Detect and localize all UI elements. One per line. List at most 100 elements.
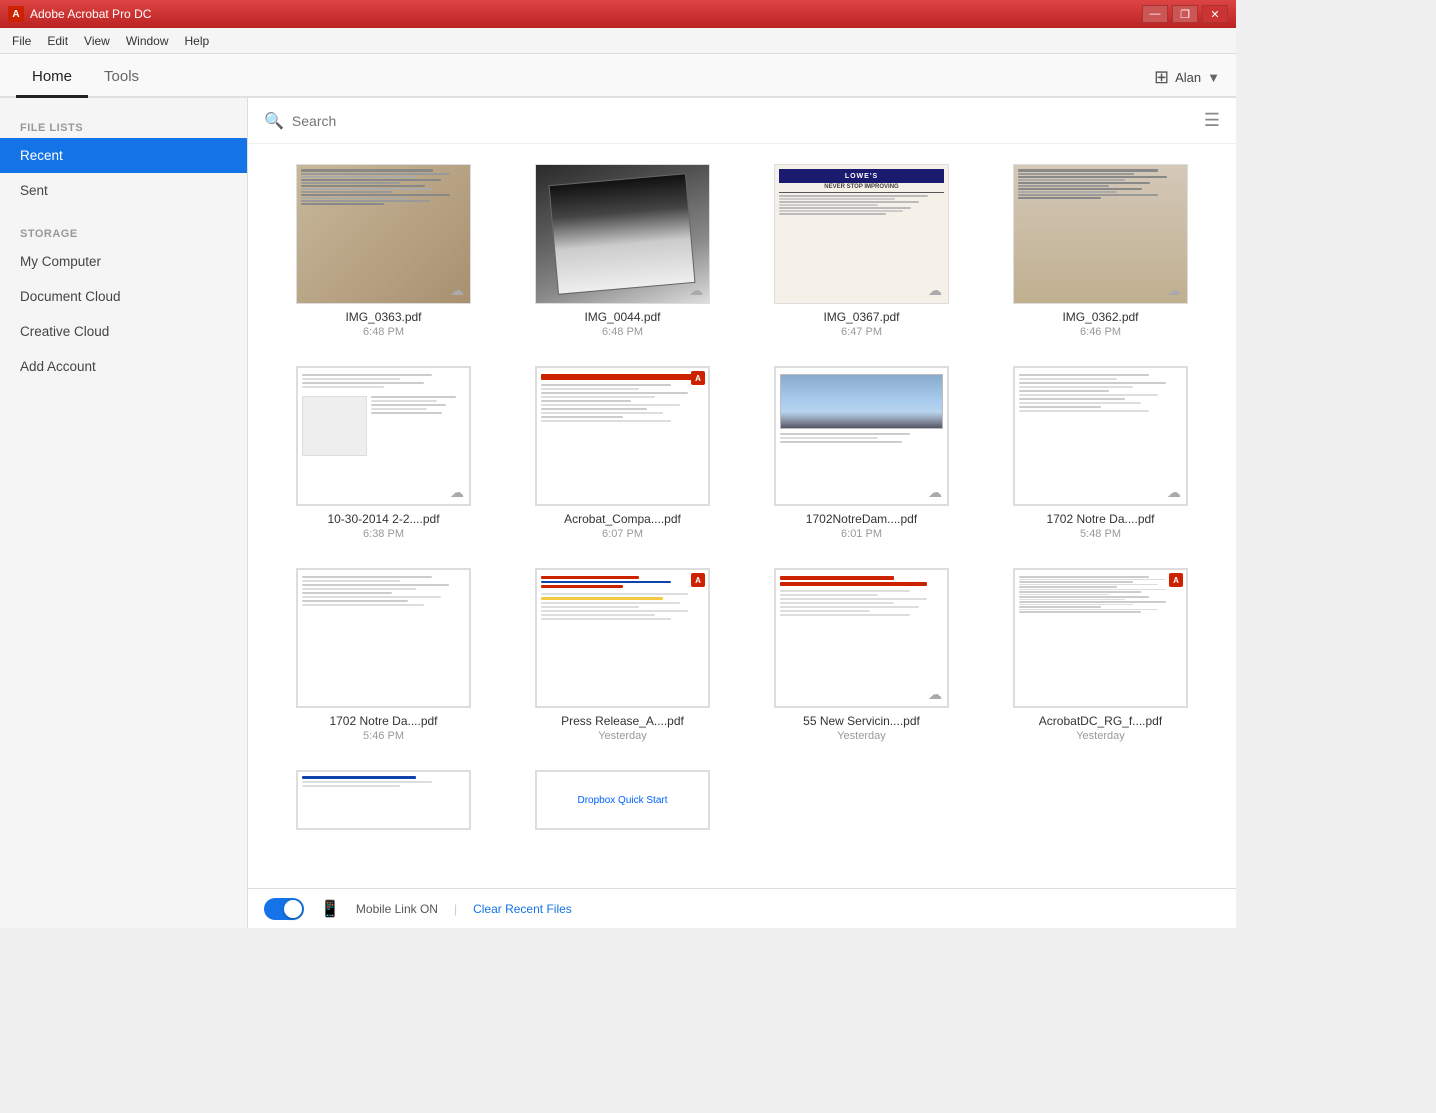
adobe-badge: A	[691, 371, 705, 385]
list-item[interactable]: A AcrobatDC_RG_f....pdf Yesterday	[989, 564, 1212, 746]
cloud-sync-icon: ☁	[928, 282, 942, 299]
separator: |	[454, 902, 457, 916]
menu-edit[interactable]: Edit	[39, 30, 76, 52]
file-thumbnail: A	[1013, 568, 1188, 708]
sidebar: FILE LISTS Recent Sent STORAGE My Comput…	[0, 98, 248, 928]
cloud-sync-icon: ☁	[450, 484, 464, 501]
list-item[interactable]: ☁ IMG_0363.pdf 6:48 PM	[272, 160, 495, 342]
list-item[interactable]: 1702 Notre Da....pdf 5:46 PM	[272, 564, 495, 746]
content-area: 🔍 ☰	[248, 98, 1236, 928]
list-item[interactable]: ☁ 55 New Servicin....pdf Yesterday	[750, 564, 973, 746]
file-name: AcrobatDC_RG_f....pdf	[1039, 714, 1162, 728]
list-item[interactable]: ☁ 10-30-2014 2-2....pdf 6:38 PM	[272, 362, 495, 544]
sidebar-item-recent[interactable]: Recent	[0, 138, 247, 173]
cloud-sync-icon: ☁	[928, 484, 942, 501]
device-icon: 📱	[320, 899, 340, 919]
tab-home[interactable]: Home	[16, 60, 88, 98]
file-name: 10-30-2014 2-2....pdf	[327, 512, 439, 526]
sidebar-item-my-computer[interactable]: My Computer	[0, 244, 247, 279]
file-time: 6:48 PM	[602, 326, 643, 338]
list-item[interactable]: A Press Release_A....pdf Yesterday	[511, 564, 734, 746]
search-input[interactable]	[292, 113, 1204, 129]
menu-help[interactable]: Help	[177, 30, 218, 52]
file-time: 6:48 PM	[363, 326, 404, 338]
file-lists-label: FILE LISTS	[0, 114, 247, 138]
search-inner: 🔍	[264, 111, 1204, 131]
app-title: Adobe Acrobat Pro DC	[30, 7, 151, 21]
file-thumbnail: ☁	[535, 164, 710, 304]
file-thumbnail: Dropbox Quick Start	[535, 770, 710, 830]
list-item[interactable]: ☁ 1702 Notre Da....pdf 5:48 PM	[989, 362, 1212, 544]
mobile-link-toggle[interactable]	[264, 898, 304, 920]
list-item[interactable]: LOWE'S NEVER STOP IMPROVING ☁ IMG_0367.p…	[750, 160, 973, 342]
adobe-badge: A	[1169, 573, 1183, 587]
file-time: 5:46 PM	[363, 730, 404, 742]
file-time: Yesterday	[598, 730, 647, 742]
file-name: 1702 Notre Da....pdf	[329, 714, 437, 728]
mobile-link-label: Mobile Link ON	[356, 902, 438, 916]
cloud-sync-icon: ☁	[450, 282, 464, 299]
list-item[interactable]: ☁ 1702NotreDam....pdf 6:01 PM	[750, 362, 973, 544]
file-time: 6:47 PM	[841, 326, 882, 338]
list-item[interactable]: ☁ IMG_0362.pdf 6:46 PM	[989, 160, 1212, 342]
cloud-sync-icon: ☁	[1167, 484, 1181, 501]
file-name: IMG_0362.pdf	[1062, 310, 1138, 324]
sign-in-icon: ⊞	[1154, 67, 1169, 88]
sidebar-item-add-account[interactable]: Add Account	[0, 349, 247, 384]
file-thumbnail: ☁	[1013, 366, 1188, 506]
file-thumbnail: ☁	[296, 164, 471, 304]
username: Alan	[1175, 70, 1201, 85]
cloud-sync-icon: ☁	[928, 686, 942, 703]
restore-button[interactable]: ❐	[1172, 5, 1198, 23]
file-time: 6:01 PM	[841, 528, 882, 540]
titlebar: A Adobe Acrobat Pro DC — ❐ ✕	[0, 0, 1236, 28]
list-item[interactable]: ☁ IMG_0044.pdf 6:48 PM	[511, 160, 734, 342]
sidebar-item-document-cloud[interactable]: Document Cloud	[0, 279, 247, 314]
searchbar: 🔍 ☰	[248, 98, 1236, 144]
file-thumbnail: LOWE'S NEVER STOP IMPROVING ☁	[774, 164, 949, 304]
file-time: 6:38 PM	[363, 528, 404, 540]
titlebar-controls: — ❐ ✕	[1142, 5, 1228, 23]
file-time: Yesterday	[1076, 730, 1125, 742]
toggle-knob	[284, 900, 302, 918]
storage-label: STORAGE	[0, 220, 247, 244]
file-name: Press Release_A....pdf	[561, 714, 684, 728]
file-time: 6:46 PM	[1080, 326, 1121, 338]
file-thumbnail: ☁	[774, 366, 949, 506]
sidebar-item-sent[interactable]: Sent	[0, 173, 247, 208]
main: FILE LISTS Recent Sent STORAGE My Comput…	[0, 98, 1236, 928]
file-grid: ☁ IMG_0363.pdf 6:48 PM ☁ IMG_0044.pdf 6:…	[248, 144, 1236, 888]
file-name: 1702NotreDam....pdf	[806, 512, 917, 526]
tabbar: Home Tools ⊞ Alan ▼	[0, 54, 1236, 98]
menubar: File Edit View Window Help	[0, 28, 1236, 54]
file-name: 1702 Notre Da....pdf	[1046, 512, 1154, 526]
file-thumbnail: ☁	[296, 366, 471, 506]
menu-view[interactable]: View	[76, 30, 118, 52]
list-item[interactable]: A Acrobat_Compa....pdf 6:07 PM	[511, 362, 734, 544]
file-name: 55 New Servicin....pdf	[803, 714, 920, 728]
adobe-badge: A	[691, 573, 705, 587]
list-item[interactable]: Dropbox Quick Start	[511, 766, 734, 834]
file-time: 6:07 PM	[602, 528, 643, 540]
cloud-sync-icon: ☁	[1167, 282, 1181, 299]
list-view-icon[interactable]: ☰	[1204, 110, 1220, 131]
user-dropdown-icon[interactable]: ▼	[1207, 70, 1220, 85]
file-time: Yesterday	[837, 730, 886, 742]
close-button[interactable]: ✕	[1202, 5, 1228, 23]
sidebar-item-creative-cloud[interactable]: Creative Cloud	[0, 314, 247, 349]
file-thumbnail: A	[535, 366, 710, 506]
app-icon: A	[8, 6, 24, 22]
menu-window[interactable]: Window	[118, 30, 177, 52]
cloud-sync-icon: ☁	[689, 282, 703, 299]
clear-recent-files-link[interactable]: Clear Recent Files	[473, 902, 572, 916]
file-name: Acrobat_Compa....pdf	[564, 512, 681, 526]
file-time: 5:48 PM	[1080, 528, 1121, 540]
file-thumbnail	[296, 770, 471, 830]
menu-file[interactable]: File	[4, 30, 39, 52]
list-item[interactable]	[272, 766, 495, 834]
user-area: ⊞ Alan ▼	[1154, 67, 1220, 96]
file-thumbnail: A	[535, 568, 710, 708]
file-name: IMG_0044.pdf	[584, 310, 660, 324]
tab-tools[interactable]: Tools	[88, 60, 155, 98]
minimize-button[interactable]: —	[1142, 5, 1168, 23]
